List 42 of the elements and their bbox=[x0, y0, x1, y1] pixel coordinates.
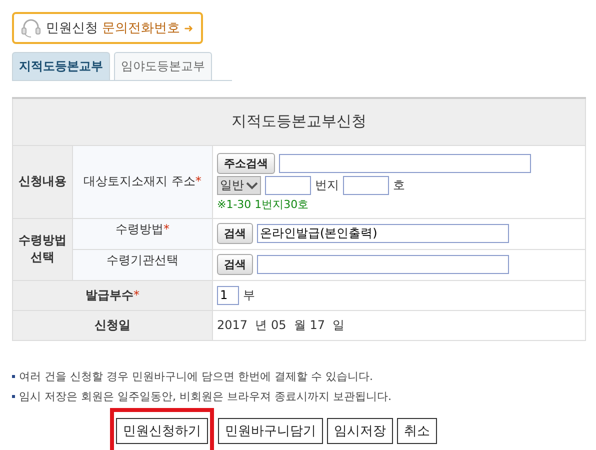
notice-text: 임시 저장은 회원은 일주일동안, 비회원은 브라우져 종료시까지 보관됩니다. bbox=[19, 388, 392, 404]
bullet-icon bbox=[12, 374, 15, 378]
sub-number-field[interactable] bbox=[343, 176, 389, 195]
action-button[interactable]: 취소 bbox=[397, 418, 437, 444]
bullet-icon bbox=[12, 394, 15, 398]
tab[interactable]: 지적도등본교부 bbox=[12, 52, 110, 80]
format-hint: ※1-30 1번지30호 bbox=[217, 198, 309, 211]
required-mark: * bbox=[164, 222, 170, 236]
field-label-cell: 신청일 bbox=[12, 310, 212, 340]
action-button[interactable]: 민원신청하기 bbox=[116, 418, 208, 444]
notice-text: 여러 건을 신청할 경우 민원바구니에 담으면 한번에 결제할 수 있습니다. bbox=[19, 368, 373, 384]
field-label: 수령기관선택 bbox=[106, 252, 178, 266]
unit-label: 부 bbox=[243, 286, 255, 304]
banner-label: 민원신청 bbox=[46, 20, 98, 37]
unit-label: 호 bbox=[393, 177, 405, 194]
text-field[interactable] bbox=[257, 255, 509, 274]
required-mark: * bbox=[134, 288, 140, 302]
copies-field[interactable]: 1 bbox=[217, 286, 239, 304]
section-heading-cell: 신청내용 bbox=[12, 145, 72, 218]
search-button[interactable]: 검색 bbox=[217, 254, 253, 275]
action-button[interactable]: 임시저장 bbox=[327, 418, 393, 444]
headset-icon bbox=[20, 17, 42, 39]
text-field[interactable]: 온라인발급(본인출력) bbox=[257, 224, 509, 243]
chevron-down-icon bbox=[246, 182, 258, 190]
search-button[interactable]: 검색 bbox=[217, 223, 253, 244]
unit-label: 번지 bbox=[315, 177, 339, 194]
required-mark: * bbox=[195, 174, 202, 188]
section-heading-cell: 수령방법 선택 bbox=[12, 218, 72, 280]
field-label: 발급부수 bbox=[86, 288, 134, 302]
lot-number-field[interactable] bbox=[265, 176, 311, 195]
field-label: 수령방법 bbox=[116, 222, 164, 236]
tab[interactable]: 임야도등본교부 bbox=[114, 52, 212, 80]
address-search-button[interactable]: 주소검색 bbox=[217, 153, 275, 174]
arrow-glyph: ➜ bbox=[184, 22, 194, 34]
address-field[interactable] bbox=[279, 154, 531, 173]
phone-link[interactable]: 문의전화번호 bbox=[102, 19, 180, 37]
form-title-cell: 지적도등본교부신청 bbox=[12, 98, 586, 145]
inquiry-banner[interactable]: 민원신청 문의전화번호 ➜ bbox=[12, 12, 204, 44]
field-label: 대상토지소재지 주소 bbox=[84, 174, 196, 188]
type-select[interactable]: 일반 bbox=[217, 176, 261, 195]
date-cell: 2017 년 05 월 17 일 bbox=[212, 310, 586, 340]
action-button[interactable]: 민원바구니담기 bbox=[218, 418, 323, 444]
